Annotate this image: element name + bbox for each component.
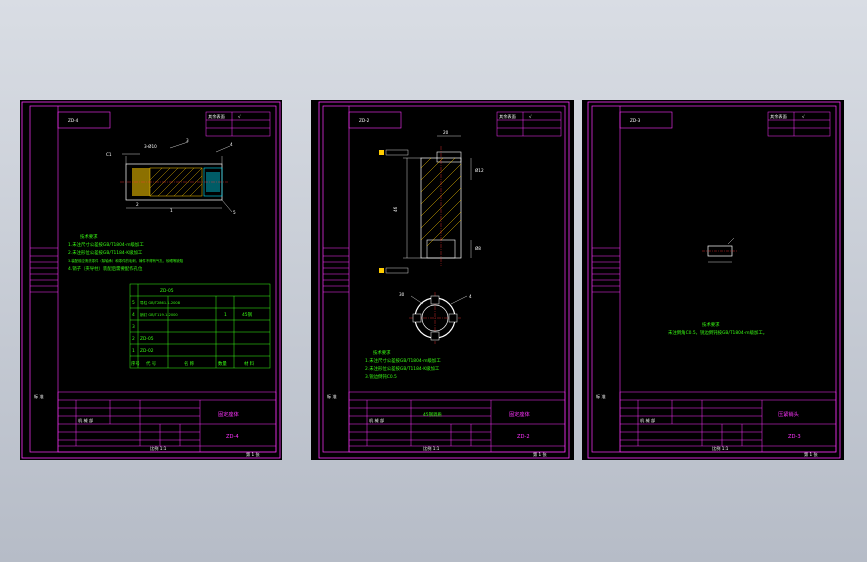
scale-row: 比例 1:1 <box>712 445 729 452</box>
sheet-no: 第 1 张 <box>533 451 548 458</box>
part-title: 固定座体 <box>509 410 531 418</box>
tech-line-1: 未注倒角C0.5，锐边倒钝按GB/T1804-m级加工。 <box>668 329 767 336</box>
bom-row-1-name: ZD-02 <box>140 348 154 354</box>
drawing-sheet-3[interactable]: ZD-3 其余表面 √ 技术要求 未注倒角C0.5，锐边倒钝按GB/T1804-… <box>582 100 844 460</box>
svg-text:4: 4 <box>230 142 233 147</box>
title-block-label: 标 准 <box>596 393 606 400</box>
sheet-no: 第 1 张 <box>804 451 819 458</box>
dim-top: 20 <box>443 130 449 135</box>
surface-label: 其余表面 <box>208 113 225 120</box>
scale-row: 比例 1:1 <box>150 445 167 452</box>
dim-sec: 4 <box>469 294 472 299</box>
sheet-code: ZD-4 <box>68 118 79 123</box>
bom-row-4-name: 销钉 GB/T119.1-2000 <box>140 312 178 317</box>
circular-view: 4 30 <box>399 292 472 344</box>
dim-d1: Ø12 <box>475 168 484 173</box>
material: 45钢调质 <box>423 411 442 418</box>
roughness-mark: √ <box>802 114 805 119</box>
bom-foot-mat: 材 料 <box>244 360 255 367</box>
bom-row-4-no: 4 <box>132 312 135 318</box>
assembly-view: C1 3-Ø10 3 4 2 1 5 <box>106 138 236 215</box>
svg-text:2: 2 <box>136 202 139 207</box>
title-block-label: 标 准 <box>327 393 337 400</box>
bom-row-5-name: 导柱 GB/T2861.1-2008 <box>140 300 181 305</box>
dept: 机 械 部 <box>78 417 93 424</box>
bom-row-4-mat: 45钢 <box>242 311 253 318</box>
svg-text:3-Ø10: 3-Ø10 <box>144 144 157 149</box>
sheet-2-svg: ZD-2 其余表面 √ 46 20 Ø12 Ø8 4 30 技术要求 1.未注尺… <box>318 101 570 459</box>
tech-line-4: 4.销子（夹导柱）装配后需要配作孔位 <box>68 265 143 272</box>
bom-row-4-qty: 1 <box>224 312 227 318</box>
sheet-code: ZD-3 <box>630 118 641 123</box>
sheet-3-svg: ZD-3 其余表面 √ 技术要求 未注倒角C0.5，锐边倒钝按GB/T1804-… <box>587 101 841 459</box>
bom-row-2-name: ZD-05 <box>140 336 154 342</box>
pin-view <box>702 237 738 263</box>
drawing-sheet-1[interactable]: ZD-4 其余表面 √ C1 3-Ø10 3 4 2 1 5 技术要求 1.未注… <box>20 100 282 460</box>
tech-line-3: 3.锐边倒钝C0.5 <box>365 373 397 380</box>
section-view: 46 20 Ø12 Ø8 <box>379 130 484 274</box>
svg-text:1: 1 <box>170 208 173 213</box>
bom-foot-code: 代 号 <box>146 360 157 367</box>
scale-row: 比例 1:1 <box>423 445 440 452</box>
drawing-no: ZD-4 <box>226 434 239 440</box>
bom-row-5-no: 5 <box>132 300 135 306</box>
surface-label: 其余表面 <box>770 113 787 120</box>
bom-row-2-no: 2 <box>132 336 135 342</box>
bom-foot-name: 名 称 <box>184 360 195 367</box>
tech-line-2: 2.未注形位公差按GB/T1184-K级加工 <box>68 249 143 256</box>
title-block-label: 标 准 <box>34 393 44 400</box>
tech-heading: 技术要求 <box>80 233 98 240</box>
dept: 机 械 部 <box>640 417 655 424</box>
sheet-no: 第 1 张 <box>246 451 261 458</box>
svg-text:5: 5 <box>233 210 236 215</box>
bom-foot-qty: 数量 <box>218 360 227 367</box>
svg-text:C1: C1 <box>106 152 112 157</box>
roughness-mark: √ <box>238 114 241 119</box>
tech-heading: 技术要求 <box>702 321 720 328</box>
bom-row-1-no: 1 <box>132 348 135 354</box>
drawing-sheet-2[interactable]: ZD-2 其余表面 √ 46 20 Ø12 Ø8 4 30 技术要求 1.未注尺… <box>311 100 574 460</box>
dept: 机 械 部 <box>369 417 384 424</box>
bom-row-3-no: 3 <box>132 324 135 330</box>
roughness-mark: √ <box>529 114 532 119</box>
tech-line-1: 1.未注尺寸公差按GB/T1804-m级加工 <box>365 357 441 364</box>
bom-table <box>129 283 271 369</box>
sheet-1-svg: ZD-4 其余表面 √ C1 3-Ø10 3 4 2 1 5 技术要求 1.未注… <box>21 101 281 459</box>
dim-height: 46 <box>393 206 398 212</box>
dim-w: 30 <box>399 292 405 297</box>
bom-foot-no: 序号 <box>131 360 140 367</box>
bom-header: ZD-05 <box>160 288 174 294</box>
part-title: 固定座体 <box>218 410 240 418</box>
drawing-no: ZD-2 <box>517 434 530 440</box>
dim-d2: Ø8 <box>475 246 481 251</box>
tech-heading: 技术要求 <box>373 349 391 356</box>
part-title: 压紧销头 <box>778 410 799 418</box>
svg-text:3: 3 <box>186 138 189 143</box>
tech-line-1: 1.未注尺寸公差按GB/T1804-m级加工 <box>68 241 144 248</box>
surface-label: 其余表面 <box>499 113 516 120</box>
tech-line-3: 3.装配前应清洗零件（除轴承）和零件的毛刺，铸件不得有气孔、砂眼等缺陷 <box>68 258 184 263</box>
sheet-code: ZD-2 <box>359 118 370 123</box>
tech-line-2: 2.未注形位公差按GB/T1184-K级加工 <box>365 365 440 372</box>
drawing-no: ZD-3 <box>788 434 801 440</box>
